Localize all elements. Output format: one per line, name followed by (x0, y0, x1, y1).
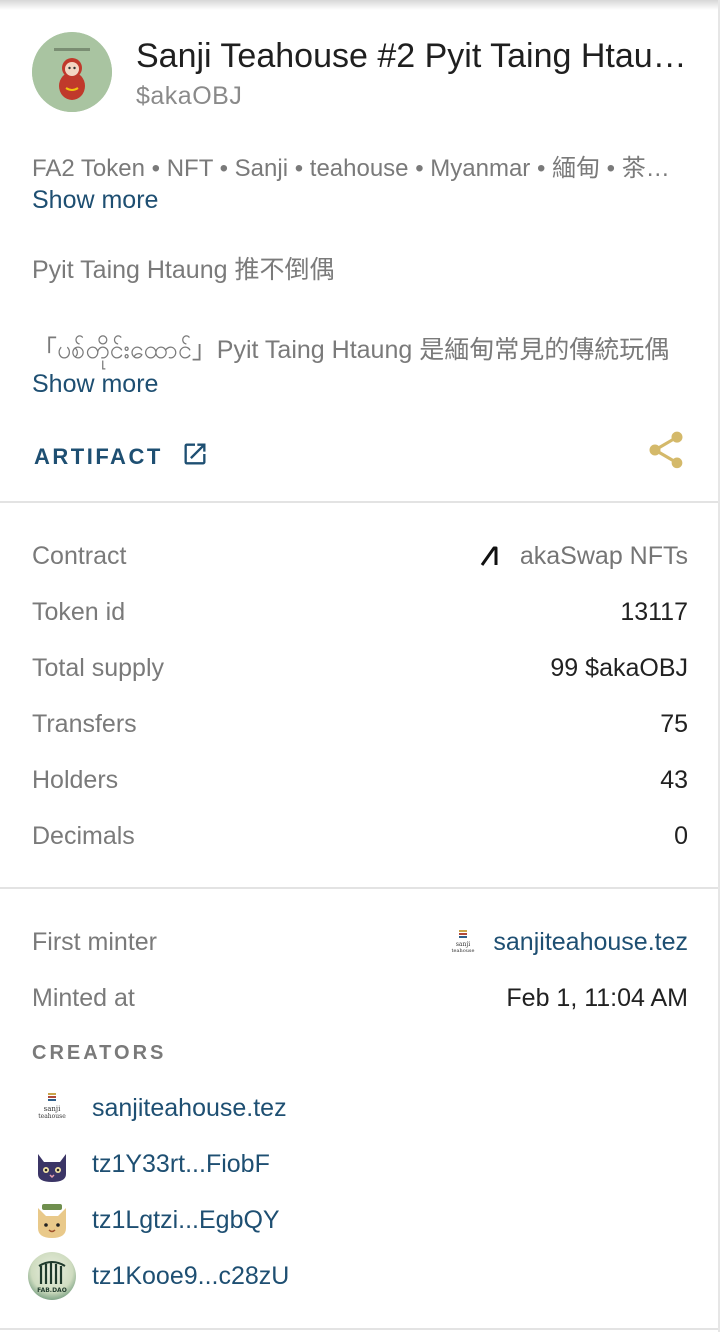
detail-value: akaSwap NFTs (519, 541, 688, 570)
svg-text:sanji: sanji (456, 941, 470, 948)
top-shadow (0, 0, 720, 10)
detail-value: 43 (660, 765, 688, 794)
detail-value: 0 (674, 821, 688, 850)
detail-row-token-id: Token id 13117 (32, 592, 688, 632)
sanji-teahouse-logo-icon: sanji teahouse (28, 1084, 76, 1132)
detail-value: 75 (660, 709, 688, 738)
cat-avatar-icon (28, 1140, 76, 1188)
detail-key: Total supply (32, 653, 165, 682)
token-title: Sanji Teahouse #2 Pyit Taing Htaung 推不倒偶 (136, 37, 696, 75)
svg-text:teahouse: teahouse (38, 1113, 66, 1120)
tags-show-more-link[interactable]: Show more (32, 186, 158, 215)
creators-heading: CREATORS (32, 1042, 167, 1064)
fab-dao-logo-icon: FAB.DAO (28, 1252, 76, 1300)
creator-address: tz1Lgtzi...EgbQY (92, 1205, 280, 1234)
first-minter-row: First minter sanji teahouse sanjiteahous… (32, 922, 688, 962)
first-minter-label: First minter (32, 927, 157, 956)
svg-text:FAB.DAO: FAB.DAO (37, 1287, 67, 1294)
detail-value: 99 $akaOBJ (550, 653, 688, 682)
minted-at-row: Minted at Feb 1, 11:04 AM (32, 978, 688, 1018)
description-show-more-link[interactable]: Show more (32, 370, 158, 399)
share-icon[interactable] (644, 428, 688, 472)
minted-at-label: Minted at (32, 983, 135, 1012)
svg-text:sanji: sanji (44, 1105, 61, 1113)
svg-text:teahouse: teahouse (452, 948, 475, 954)
detail-row-total-supply: Total supply 99 $akaOBJ (32, 648, 688, 688)
detail-key: Holders (32, 765, 119, 794)
creator-item[interactable]: tz1Lgtzi...EgbQY (28, 1194, 280, 1246)
detail-key: Contract (32, 541, 127, 570)
dog-avatar-icon (28, 1196, 76, 1244)
token-symbol: $akaOBJ (136, 82, 243, 110)
creator-item[interactable]: sanji teahouse sanjiteahouse.tez (28, 1082, 287, 1134)
creator-address: sanjiteahouse.tez (92, 1093, 287, 1122)
section-divider (0, 1328, 718, 1330)
detail-key: Decimals (32, 821, 135, 850)
detail-key: Transfers (32, 709, 137, 738)
token-tags: FA2 Token • NFT • Sanji • teahouse • Mya… (32, 155, 684, 182)
detail-value: 13117 (620, 597, 688, 626)
first-minter-link[interactable]: sanji teahouse sanjiteahouse.tez (445, 924, 688, 960)
creator-address: tz1Y33rt...FiobF (92, 1149, 270, 1178)
detail-row-holders: Holders 43 (32, 760, 688, 800)
detail-row-contract: Contract akaSwap NFTs (32, 536, 688, 576)
akaswap-logo-icon (471, 538, 508, 574)
open-in-new-icon (181, 440, 209, 473)
creator-item[interactable]: tz1Y33rt...FiobF (28, 1138, 270, 1190)
token-avatar (32, 32, 112, 112)
detail-row-decimals: Decimals 0 (32, 816, 688, 856)
first-minter-value: sanjiteahouse.tez (493, 927, 688, 956)
section-divider (0, 501, 718, 503)
artifact-label: ARTIFACT (34, 443, 163, 469)
section-divider (0, 887, 718, 889)
contract-value[interactable]: akaSwap NFTs (471, 538, 688, 574)
sanji-teahouse-logo-icon: sanji teahouse (445, 924, 482, 960)
detail-row-transfers: Transfers 75 (32, 704, 688, 744)
description-line-2: 「ပစ်တိုင်းထောင်」Pyit Taing Htaung 是緬甸常見的… (32, 336, 670, 364)
description-line-1: Pyit Taing Htaung 推不倒偶 (32, 256, 335, 284)
creator-item[interactable]: FAB.DAO tz1Kooe9...c28zU (28, 1250, 289, 1302)
creator-address: tz1Kooe9...c28zU (92, 1261, 290, 1290)
detail-key: Token id (32, 597, 126, 626)
minted-at-value: Feb 1, 11:04 AM (506, 983, 688, 1012)
artifact-link[interactable]: ARTIFACT (34, 440, 209, 473)
